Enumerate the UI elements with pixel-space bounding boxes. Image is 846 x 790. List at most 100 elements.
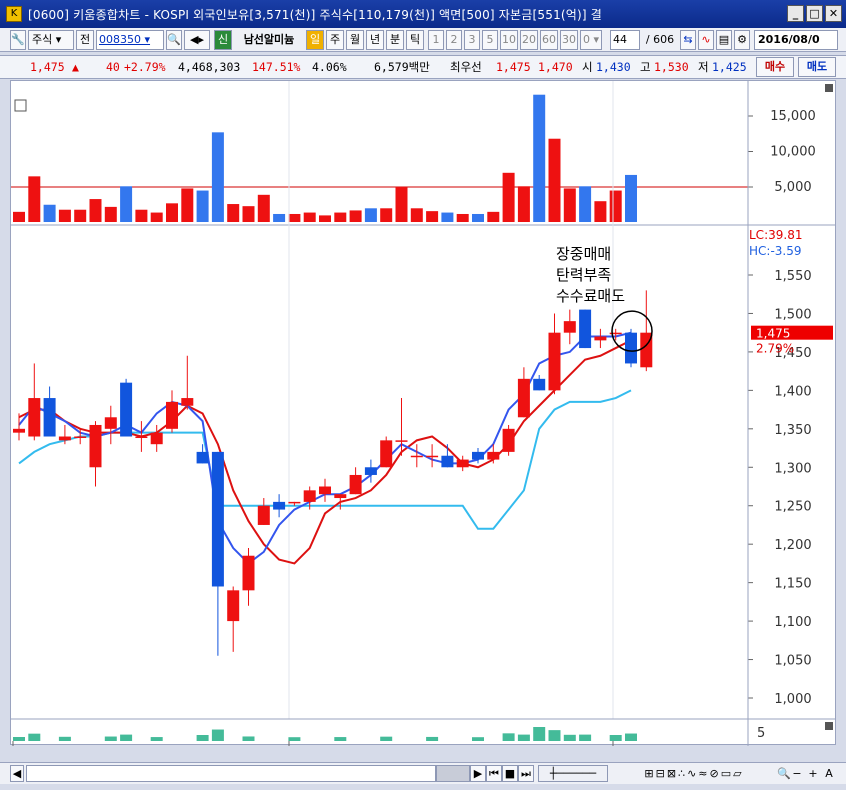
indicator-bar <box>242 736 255 741</box>
zoom-search-icon[interactable]: 🔍 <box>776 765 791 782</box>
open-label: 시 <box>582 60 593 74</box>
annotation-text: 탄력부족 <box>556 266 611 284</box>
price-axis-label: 1,300 <box>774 461 811 476</box>
volume-bar <box>625 174 637 222</box>
minimize-button[interactable]: _ <box>787 5 804 22</box>
period-minute-tab[interactable]: 분 <box>386 30 404 50</box>
price-axis-label: 1,400 <box>774 384 811 399</box>
candle-body <box>625 332 637 364</box>
chart-svg: 15,00010,0005,000 1,5501,5001,4501,4001,… <box>11 81 837 761</box>
zoom-in-icon[interactable]: + <box>806 765 820 782</box>
zoom-icon[interactable]: ⇆ <box>680 30 696 50</box>
indicator-bar <box>120 734 133 741</box>
scroll-thumb[interactable] <box>436 765 470 782</box>
current-price-tag-label: 1,475 <box>756 327 790 341</box>
interval-button[interactable]: 30 <box>560 30 578 50</box>
low-price: 1,425 <box>712 60 747 74</box>
indicator-bar <box>517 734 530 741</box>
up-arrow-icon: ▲ <box>72 60 79 74</box>
maximize-button[interactable]: □ <box>806 5 823 22</box>
indicator-bar <box>196 735 209 741</box>
zoom-out-icon[interactable]: − <box>790 765 804 782</box>
candle-body <box>28 398 41 437</box>
indicator-bar <box>609 735 622 741</box>
high-label: 고 <box>640 60 651 74</box>
interval-button[interactable]: 5 <box>482 30 498 50</box>
tool-icon[interactable]: 🔧 <box>10 30 26 50</box>
candle-body <box>227 590 240 622</box>
best-ask: 1,475 <box>496 60 531 74</box>
interval-button[interactable]: 60 <box>540 30 558 50</box>
volume-bar <box>563 188 576 222</box>
indicator-bar <box>625 733 637 741</box>
volume-bar <box>28 176 41 222</box>
speed-slider[interactable]: ┼────── <box>538 765 608 782</box>
vertical-scrollbar[interactable] <box>836 80 846 745</box>
sell-button[interactable]: 매도 <box>798 57 836 77</box>
play-icon[interactable]: ▶ <box>470 765 486 782</box>
annotation-text: 장중매매 <box>556 245 611 263</box>
close-button[interactable]: ✕ <box>825 5 842 22</box>
candle-body <box>74 436 87 439</box>
volume-bar <box>135 209 148 222</box>
volume-bar <box>13 211 25 222</box>
candle-body <box>89 424 102 468</box>
stock-code-input[interactable]: 008350 ▾ <box>96 30 164 50</box>
forward-icon[interactable]: ⏭ <box>518 765 534 782</box>
interval-button[interactable]: 3 <box>464 30 480 50</box>
bottom-toolbar: ◀ ▶ ⏮ ■ ⏭ ┼────── ⊞⊟⊠∴∿≈⊘▭▱ 🔍 − + A <box>0 762 846 784</box>
period-month-tab[interactable]: 월 <box>346 30 364 50</box>
chart-canvas[interactable]: 15,000 10,000 5,000 1,550 1,500 1,450 1,400 1,… <box>10 80 837 761</box>
period-year-tab[interactable]: 년 <box>366 30 384 50</box>
indicator-bar <box>533 727 546 741</box>
total-count: / 606 <box>642 30 678 50</box>
interval-button[interactable]: 2 <box>446 30 462 50</box>
candle-body <box>13 428 25 433</box>
gear-icon[interactable]: ⚙ <box>734 30 750 50</box>
annotation-text: 수수료매도 <box>556 287 625 305</box>
stop-icon[interactable]: ■ <box>502 765 518 782</box>
horizontal-scrollbar[interactable] <box>26 765 436 782</box>
period-tick-tab[interactable]: 틱 <box>406 30 424 50</box>
scroll-left-button[interactable]: ◀ <box>10 765 24 782</box>
open-price: 1,430 <box>596 60 631 74</box>
change-value: 40 <box>106 60 120 74</box>
price-axis-label: 1,100 <box>774 615 811 630</box>
line-icon[interactable]: ∿ <box>698 30 714 50</box>
interval-button[interactable]: 10 <box>500 30 518 50</box>
count-input[interactable]: 44 <box>610 30 640 50</box>
volume-bar <box>517 186 530 222</box>
candle-body <box>487 451 500 460</box>
chart-icon[interactable]: ▤ <box>716 30 732 50</box>
interval-button[interactable]: 20 <box>520 30 538 50</box>
candle-body <box>563 321 576 333</box>
candle-body <box>334 494 347 499</box>
drawing-tools[interactable]: ⊞⊟⊠∴∿≈⊘▭▱ <box>614 765 774 782</box>
interval-select[interactable]: 0 ▾ <box>580 30 602 50</box>
stock-name: 남선알미늄 <box>234 30 304 50</box>
volume-bar <box>334 212 347 222</box>
candle-body <box>410 455 423 458</box>
volume-axis-label: 10,000 <box>770 145 816 160</box>
candle-body <box>58 436 71 441</box>
period-day-tab[interactable]: 일 <box>306 30 324 50</box>
market-select[interactable]: 주식 ▾ <box>28 30 74 50</box>
period-week-tab[interactable]: 주 <box>326 30 344 50</box>
volume-bar <box>150 212 163 222</box>
current-price: 1,475 <box>30 60 65 74</box>
current-pct-tag-label: 2.79% <box>756 342 794 356</box>
grid-toggle-icon <box>14 99 27 112</box>
volume-bar <box>502 172 515 222</box>
candle-body <box>135 436 148 439</box>
buy-button[interactable]: 매수 <box>756 57 794 77</box>
rewind-icon[interactable]: ⏮ <box>486 765 502 782</box>
indicator-bar <box>211 729 224 741</box>
audio-icon[interactable]: ◀▸ <box>184 30 210 50</box>
search-icon[interactable]: 🔍 <box>166 30 182 50</box>
price-axis-label: 1,550 <box>774 269 811 284</box>
font-size-icon[interactable]: A <box>822 765 836 782</box>
date-input[interactable]: 2016/08/0 <box>754 30 838 50</box>
volume-bar <box>426 211 439 222</box>
ma-blue-line <box>18 331 632 565</box>
interval-button[interactable]: 1 <box>428 30 444 50</box>
